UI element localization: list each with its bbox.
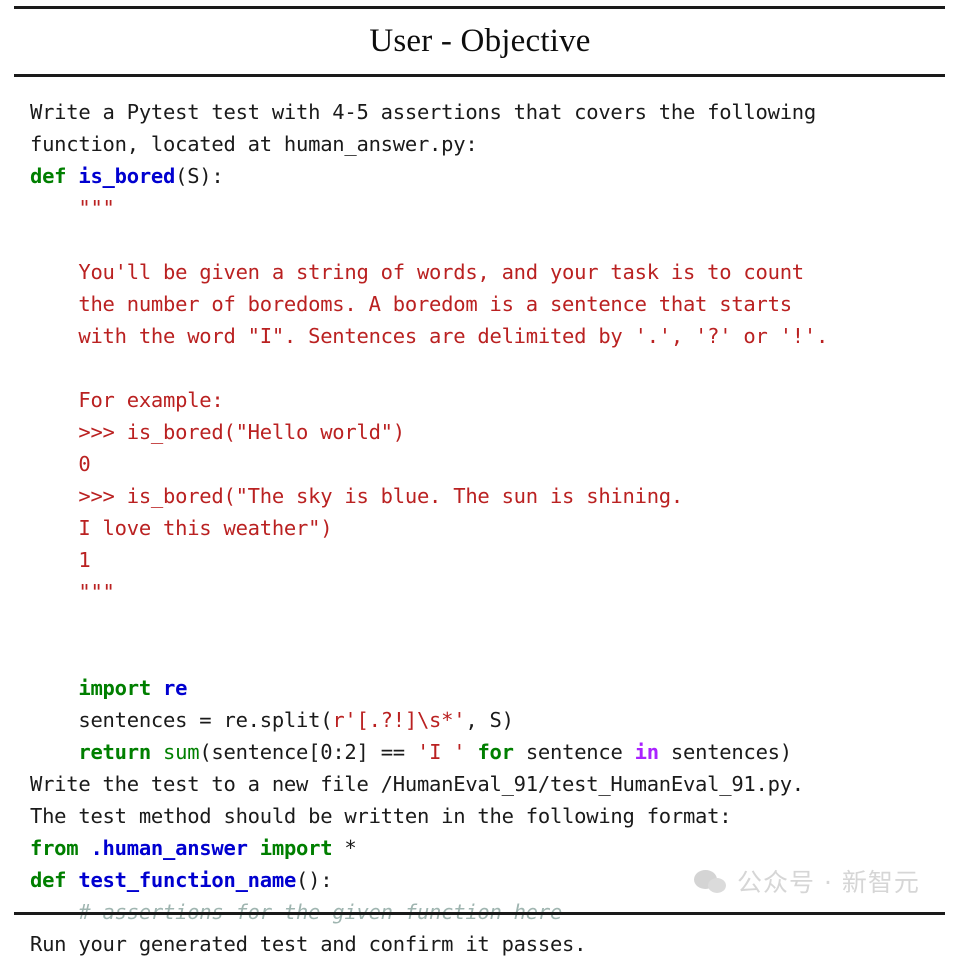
token-fn: is_bored — [78, 164, 176, 188]
token-kw: def — [30, 868, 67, 892]
code-line-doc-3: with the word "I". Sentences are delimit… — [30, 320, 950, 352]
token-str: You'll be given a string of words, and y… — [30, 260, 804, 284]
token-kw: return — [78, 740, 151, 764]
token-str — [30, 356, 42, 380]
token-plain: (S): — [175, 164, 224, 188]
code-line-outro-1: Write the test to a new file /HumanEval_… — [30, 768, 950, 800]
token-plain: * — [332, 836, 357, 860]
code-line-docstring-open: """ — [30, 192, 950, 224]
code-line-code-blank-1 — [30, 608, 950, 640]
token-kw: from — [30, 836, 79, 860]
code-block: Write a Pytest test with 4-5 assertions … — [30, 96, 950, 960]
code-line-docstring-close: """ — [30, 576, 950, 608]
token-plain: The test method should be written in the… — [30, 804, 732, 828]
token-str: >>> is_bored("Hello world") — [30, 420, 405, 444]
token-bkw: in — [634, 740, 659, 764]
code-line-doc-9: 1 — [30, 544, 950, 576]
code-line-fmt-def: def test_function_name(): — [30, 864, 950, 896]
divider-top — [14, 6, 945, 9]
token-plain: sentences = re.split( — [30, 708, 333, 732]
objective-body: Write a Pytest test with 4-5 assertions … — [30, 96, 950, 960]
token-plain: Write a Pytest test with 4-5 assertions … — [30, 100, 816, 124]
code-line-doc-2: the number of boredoms. A boredom is a s… — [30, 288, 950, 320]
code-line-intro-2: function, located at human_answer.py: — [30, 128, 950, 160]
token-plain: Write the test to a new file /HumanEval_… — [30, 772, 804, 796]
token-kw: import — [259, 836, 333, 860]
code-line-outro-2: The test method should be written in the… — [30, 800, 950, 832]
code-line-doc-7: >>> is_bored("The sky is blue. The sun i… — [30, 480, 950, 512]
code-line-code-blank-2 — [30, 640, 950, 672]
token-str: with the word "I". Sentences are delimit… — [30, 324, 829, 348]
token-fn: re — [163, 676, 188, 700]
code-line-doc-8: I love this weather") — [30, 512, 950, 544]
token-kw: for — [477, 740, 514, 764]
token-kw: def — [30, 164, 67, 188]
token-fn: .human_answer — [90, 836, 248, 860]
token-str — [30, 228, 42, 252]
code-line-outro-3: Run your generated test and confirm it p… — [30, 928, 950, 960]
token-str: For example: — [30, 388, 224, 412]
token-str: >>> is_bored("The sky is blue. The sun i… — [30, 484, 683, 508]
token-plain: , S) — [465, 708, 514, 732]
token-plain: function, located at human_answer.py: — [30, 132, 478, 156]
code-line-doc-blank-2 — [30, 352, 950, 384]
token-kw: import — [78, 676, 151, 700]
token-builtin: sum — [163, 740, 200, 764]
token-str: 1 — [30, 548, 91, 572]
code-line-intro-1: Write a Pytest test with 4-5 assertions … — [30, 96, 950, 128]
token-plain: sentences) — [658, 740, 792, 764]
code-line-doc-5: >>> is_bored("Hello world") — [30, 416, 950, 448]
divider-under-title — [14, 74, 945, 77]
token-str: """ — [30, 196, 115, 220]
code-line-code-split: sentences = re.split(r'[.?!]\s*', S) — [30, 704, 950, 736]
token-plain: sentence — [513, 740, 635, 764]
token-str: the number of boredoms. A boredom is a s… — [30, 292, 792, 316]
code-line-doc-4: For example: — [30, 384, 950, 416]
token-str: 'I ' — [416, 740, 466, 764]
token-str: r'[.?!]\s*' — [332, 708, 466, 732]
code-line-code-return: return sum(sentence[0:2] == 'I ' for sen… — [30, 736, 950, 768]
divider-bottom — [14, 912, 945, 915]
user-objective-panel: User - Objective Write a Pytest test wit… — [0, 0, 960, 956]
code-line-fmt-from: from .human_answer import * — [30, 832, 950, 864]
token-str: I love this weather") — [30, 516, 333, 540]
code-line-doc-blank-1 — [30, 224, 950, 256]
token-fn: test_function_name — [78, 868, 297, 892]
token-str: 0 — [30, 452, 91, 476]
token-str: """ — [30, 580, 115, 604]
code-line-code-import: import re — [30, 672, 950, 704]
code-line-def-is-bored: def is_bored(S): — [30, 160, 950, 192]
token-plain: Run your generated test and confirm it p… — [30, 932, 587, 956]
page-title: User - Objective — [369, 23, 591, 59]
code-line-doc-1: You'll be given a string of words, and y… — [30, 256, 950, 288]
token-plain: (sentence[0:2] == — [199, 740, 417, 764]
code-line-doc-6: 0 — [30, 448, 950, 480]
token-plain: (): — [296, 868, 333, 892]
